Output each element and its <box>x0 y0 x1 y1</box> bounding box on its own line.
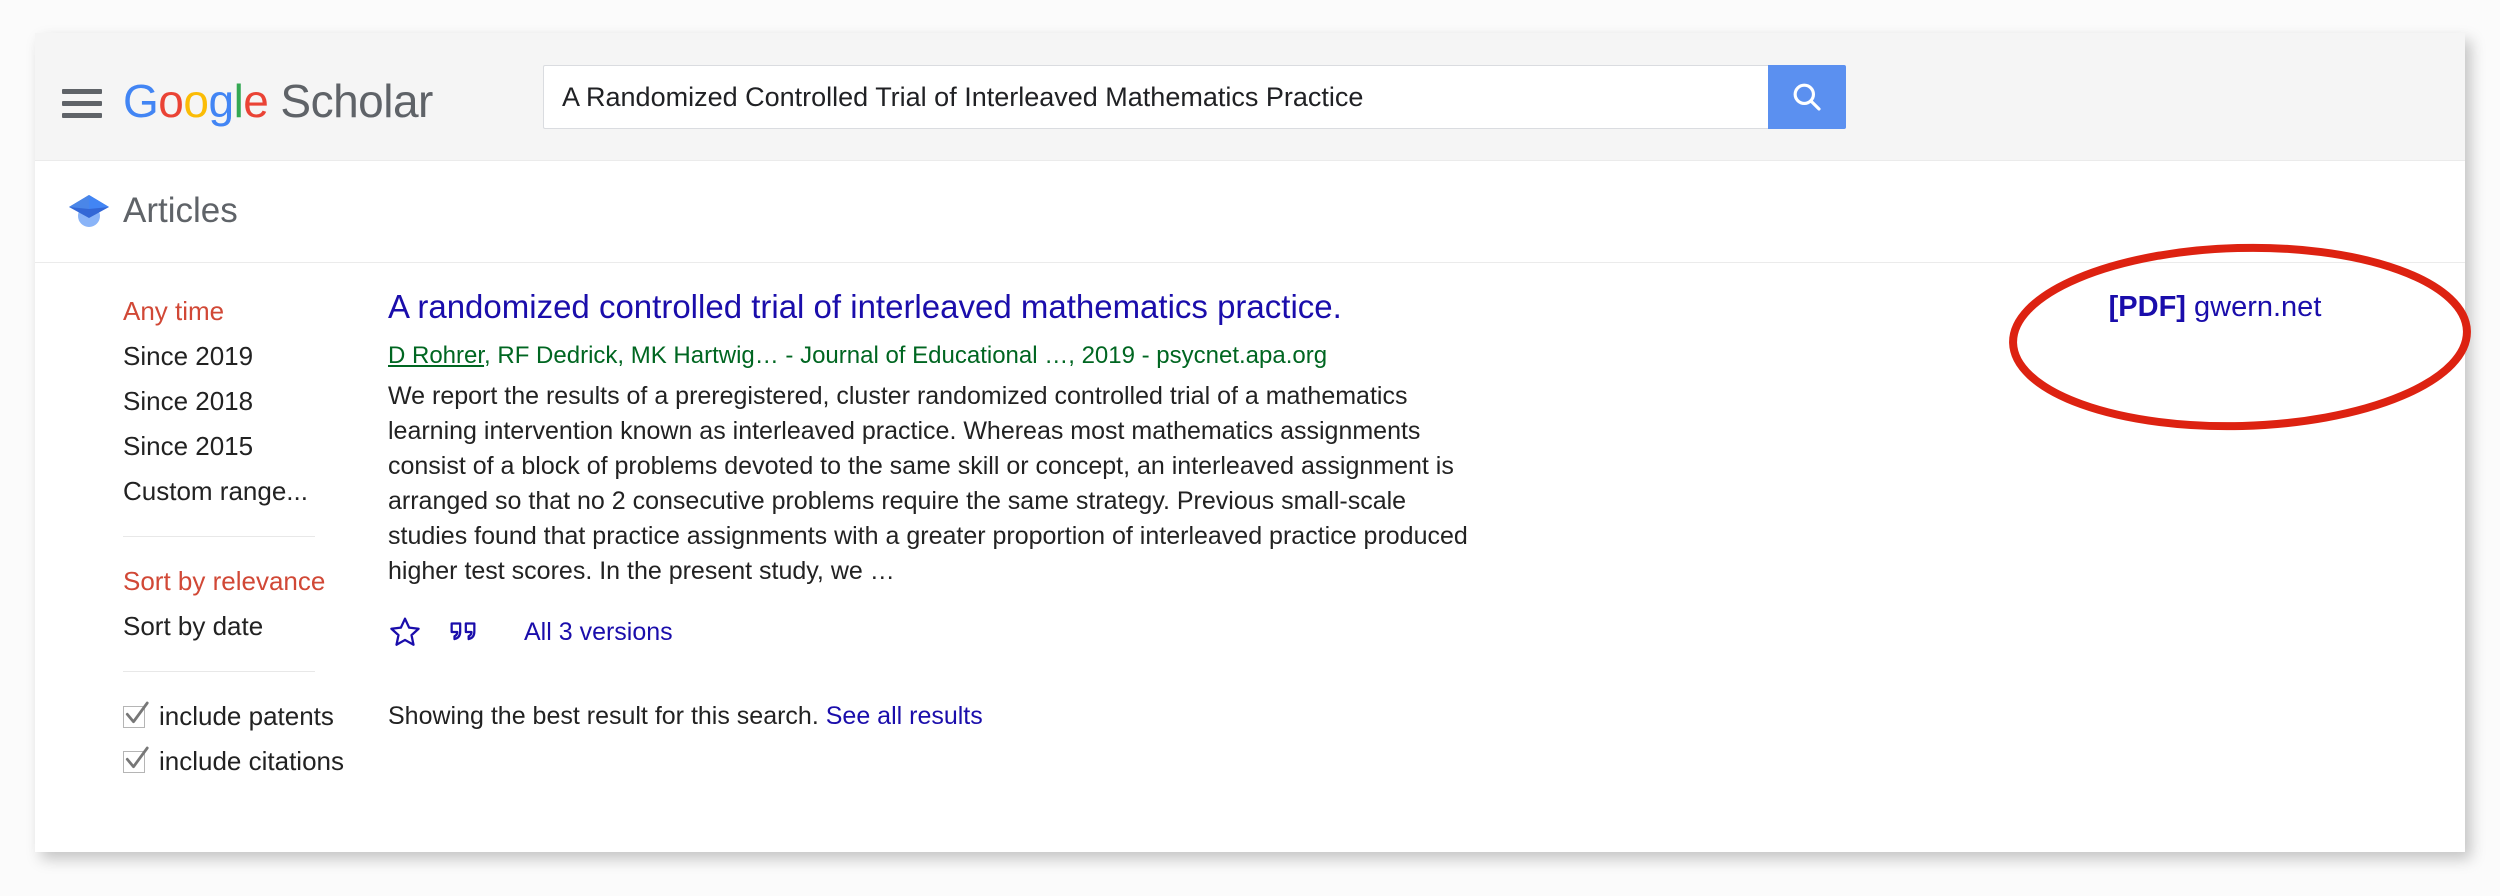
logo-letter-g: G <box>123 75 159 127</box>
sidebar-item-any-time[interactable]: Any time <box>123 289 365 334</box>
search-input[interactable] <box>543 65 1768 129</box>
result-author-link[interactable]: D Rohrer <box>388 342 484 369</box>
logo-word-scholar: Scholar <box>280 75 433 127</box>
logo-letter-e: e <box>243 75 269 127</box>
pdf-source-link[interactable]: [PDF] gwern.net <box>2109 291 2322 323</box>
sidebar-item-custom-range[interactable]: Custom range... <box>123 469 365 514</box>
checkbox-include-citations[interactable]: include citations <box>123 739 365 784</box>
sort-filter-group: Sort by relevance Sort by date <box>35 559 365 649</box>
see-all-results-link[interactable]: See all results <box>826 702 983 730</box>
pdf-domain: gwern.net <box>2194 291 2322 323</box>
articles-label: Articles <box>123 191 238 230</box>
result-snippet: We report the results of a preregistered… <box>388 382 1468 585</box>
sidebar-divider <box>123 536 315 537</box>
checkbox-include-patents[interactable]: include patents <box>123 694 365 739</box>
results-body: Any time Since 2019 Since 2018 Since 201… <box>35 263 2465 852</box>
google-scholar-logo[interactable]: Google Scholar <box>123 73 433 129</box>
star-icon[interactable] <box>388 615 446 649</box>
logo-letter-g2: g <box>208 75 234 127</box>
sidebar-item-since-2018[interactable]: Since 2018 <box>123 379 365 424</box>
logo-letter-o1: o <box>158 75 184 127</box>
sidebar-item-sort-by-date[interactable]: Sort by date <box>123 604 365 649</box>
search-bar <box>543 65 1846 129</box>
all-versions-link[interactable]: All 3 versions <box>524 618 673 647</box>
hamburger-bar <box>62 100 102 106</box>
time-filter-group: Any time Since 2019 Since 2018 Since 201… <box>35 289 365 514</box>
search-result-item: A randomized controlled trial of interle… <box>388 263 1948 734</box>
sidebar-item-sort-by-relevance[interactable]: Sort by relevance <box>123 559 365 604</box>
sidebar-item-since-2015[interactable]: Since 2015 <box>123 424 365 469</box>
checkbox-label: include citations <box>159 746 344 776</box>
checkbox-box <box>123 746 149 773</box>
logo-letter-o2: o <box>183 75 209 127</box>
browser-page-card: Google Scholar A Randomized Controlled T… <box>35 33 2465 852</box>
search-button[interactable] <box>1768 65 1846 129</box>
quote-icon[interactable] <box>446 615 504 649</box>
hamburger-bar <box>62 112 102 118</box>
best-result-text: Showing the best result for this search. <box>388 702 819 730</box>
articles-section-header: Articles <box>35 161 2465 263</box>
sidebar-divider <box>123 671 315 672</box>
checkbox-box <box>123 701 149 728</box>
filters-sidebar: Any time Since 2019 Since 2018 Since 201… <box>35 263 365 784</box>
result-metadata: D Rohrer, RF Dedrick, MK Hartwig… - Jour… <box>388 339 1948 373</box>
result-actions-row: All 3 versions <box>388 609 1948 655</box>
search-icon <box>1789 79 1825 115</box>
include-options-group: include patents include citations <box>35 694 365 784</box>
hamburger-bar <box>62 88 102 94</box>
scholar-header: Google Scholar <box>35 33 2465 161</box>
graduation-cap-icon <box>65 187 113 235</box>
hamburger-menu-icon[interactable] <box>53 80 111 126</box>
result-title-link[interactable]: A randomized controlled trial of interle… <box>388 285 1948 329</box>
sidebar-item-since-2019[interactable]: Since 2019 <box>123 334 365 379</box>
screenshot-root: Google Scholar A Randomized Controlled T… <box>0 0 2500 896</box>
best-result-note: Showing the best result for this search.… <box>388 699 1948 734</box>
checkbox-label: include patents <box>159 701 334 731</box>
result-metadata-rest: , RF Dedrick, MK Hartwig… - Journal of E… <box>484 342 1328 369</box>
pdf-tag: [PDF] <box>2108 291 2186 323</box>
logo-letter-l: l <box>233 75 244 127</box>
result-resource-column: [PDF] gwern.net <box>1965 263 2465 329</box>
